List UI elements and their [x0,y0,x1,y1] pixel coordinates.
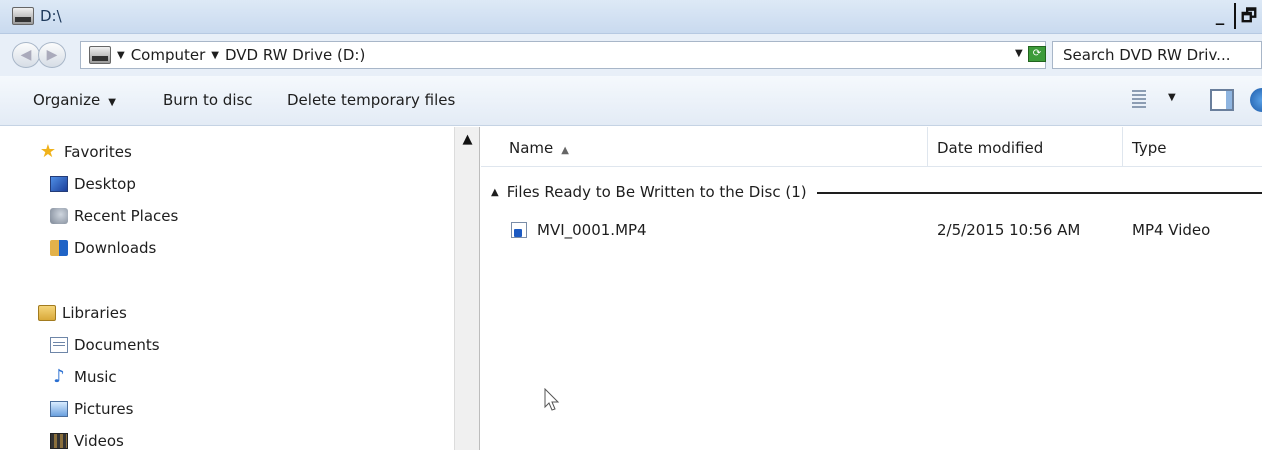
column-header-date-modified[interactable]: Date modified [928,127,1123,167]
address-bar: ◀ ▶ ▼ Computer ▼ DVD RW Drive (D:) ▼ ⟳ [0,34,1262,76]
title-bar: D:\ _ 🗗 [0,0,1262,34]
downloads-folder-icon [50,240,68,256]
navigation-scrollbar[interactable]: ▲ [454,127,480,450]
organize-button[interactable]: Organize ▼ [33,91,116,109]
group-label: Files Ready to Be Written to the Disc (1… [506,183,807,201]
libraries-icon [38,305,56,321]
column-header-name[interactable]: Name ▲ [481,127,928,167]
restore-button[interactable]: 🗗 [1234,3,1262,29]
recent-places-icon [50,208,68,224]
file-name-cell: MVI_0001.MP4 [511,221,647,239]
nav-label: Recent Places [74,207,179,225]
window-title: D:\ [40,7,62,25]
chevron-down-icon[interactable]: ▼ [1168,92,1176,103]
address-history-dropdown[interactable]: ▼ [1015,48,1023,59]
group-header[interactable]: ▲ Files Ready to Be Written to the Disc … [491,181,1262,203]
nav-item-favorites[interactable]: ★ Favorites [38,141,132,163]
collapse-triangle-icon[interactable]: ▲ [491,187,499,198]
column-label: Name [509,139,554,157]
chevron-down-icon[interactable]: ▼ [117,46,125,65]
nav-item-recent-places[interactable]: Recent Places [50,205,178,227]
breadcrumb-computer[interactable]: Computer [131,46,206,65]
nav-item-libraries[interactable]: Libraries [38,302,127,324]
preview-pane-icon[interactable] [1210,89,1234,111]
help-icon[interactable] [1250,88,1262,112]
file-name: MVI_0001.MP4 [537,221,647,239]
nav-label: Music [74,368,117,386]
navigation-pane: ★ Favorites Desktop Recent Places Downlo… [0,127,454,450]
nav-item-documents[interactable]: Documents [50,334,160,356]
nav-label: Favorites [64,143,132,161]
refresh-icon[interactable]: ⟳ [1028,46,1046,62]
search-input[interactable] [1063,43,1262,67]
forward-button[interactable]: ▶ [38,42,66,68]
nav-label: Libraries [62,304,127,322]
nav-label: Videos [74,432,124,450]
organize-label: Organize [33,91,101,109]
nav-item-music[interactable]: ♪ Music [50,366,117,388]
command-bar: Organize ▼ Burn to disc Delete temporary … [0,76,1262,126]
nav-item-downloads[interactable]: Downloads [50,237,156,259]
column-header-type[interactable]: Type [1123,127,1262,167]
chevron-down-icon: ▼ [108,97,116,108]
minimize-button[interactable]: _ [1206,3,1234,29]
breadcrumb[interactable]: ▼ Computer ▼ DVD RW Drive (D:) [80,41,1046,69]
sort-ascending-icon: ▲ [561,145,569,156]
music-icon: ♪ [53,366,65,387]
delete-temporary-files-button[interactable]: Delete temporary files [287,91,455,109]
nav-item-desktop[interactable]: Desktop [50,173,136,195]
nav-item-videos[interactable]: Videos [50,430,124,450]
group-divider [816,192,1262,194]
star-icon: ★ [39,141,57,162]
videos-icon [50,433,68,449]
chevron-down-icon[interactable]: ▼ [211,46,219,65]
nav-label: Pictures [74,400,134,418]
dvd-drive-icon [12,7,34,25]
video-file-icon [511,222,527,238]
dvd-drive-icon [89,46,111,64]
nav-label: Documents [74,336,160,354]
mouse-cursor-icon [544,388,560,411]
back-button[interactable]: ◀ [12,42,40,68]
file-row[interactable]: MVI_0001.MP4 2/5/2015 10:56 AM MP4 Video [481,219,1262,243]
column-headers: Name ▲ Date modified Type [481,127,1262,167]
documents-icon [50,337,68,353]
nav-item-pictures[interactable]: Pictures [50,398,133,420]
file-date-modified: 2/5/2015 10:56 AM [937,221,1081,239]
desktop-icon [50,176,68,192]
burn-to-disc-button[interactable]: Burn to disc [163,91,253,109]
scroll-up-button[interactable]: ▲ [458,130,477,149]
pictures-icon [50,401,68,417]
breadcrumb-dvd-drive[interactable]: DVD RW Drive (D:) [225,46,365,65]
file-list: Name ▲ Date modified Type ▲ Files Ready t… [481,127,1262,450]
change-view-icon[interactable] [1132,90,1146,108]
file-type: MP4 Video [1132,221,1211,239]
nav-label: Desktop [74,175,136,193]
nav-label: Downloads [74,239,157,257]
search-box[interactable] [1052,41,1262,69]
